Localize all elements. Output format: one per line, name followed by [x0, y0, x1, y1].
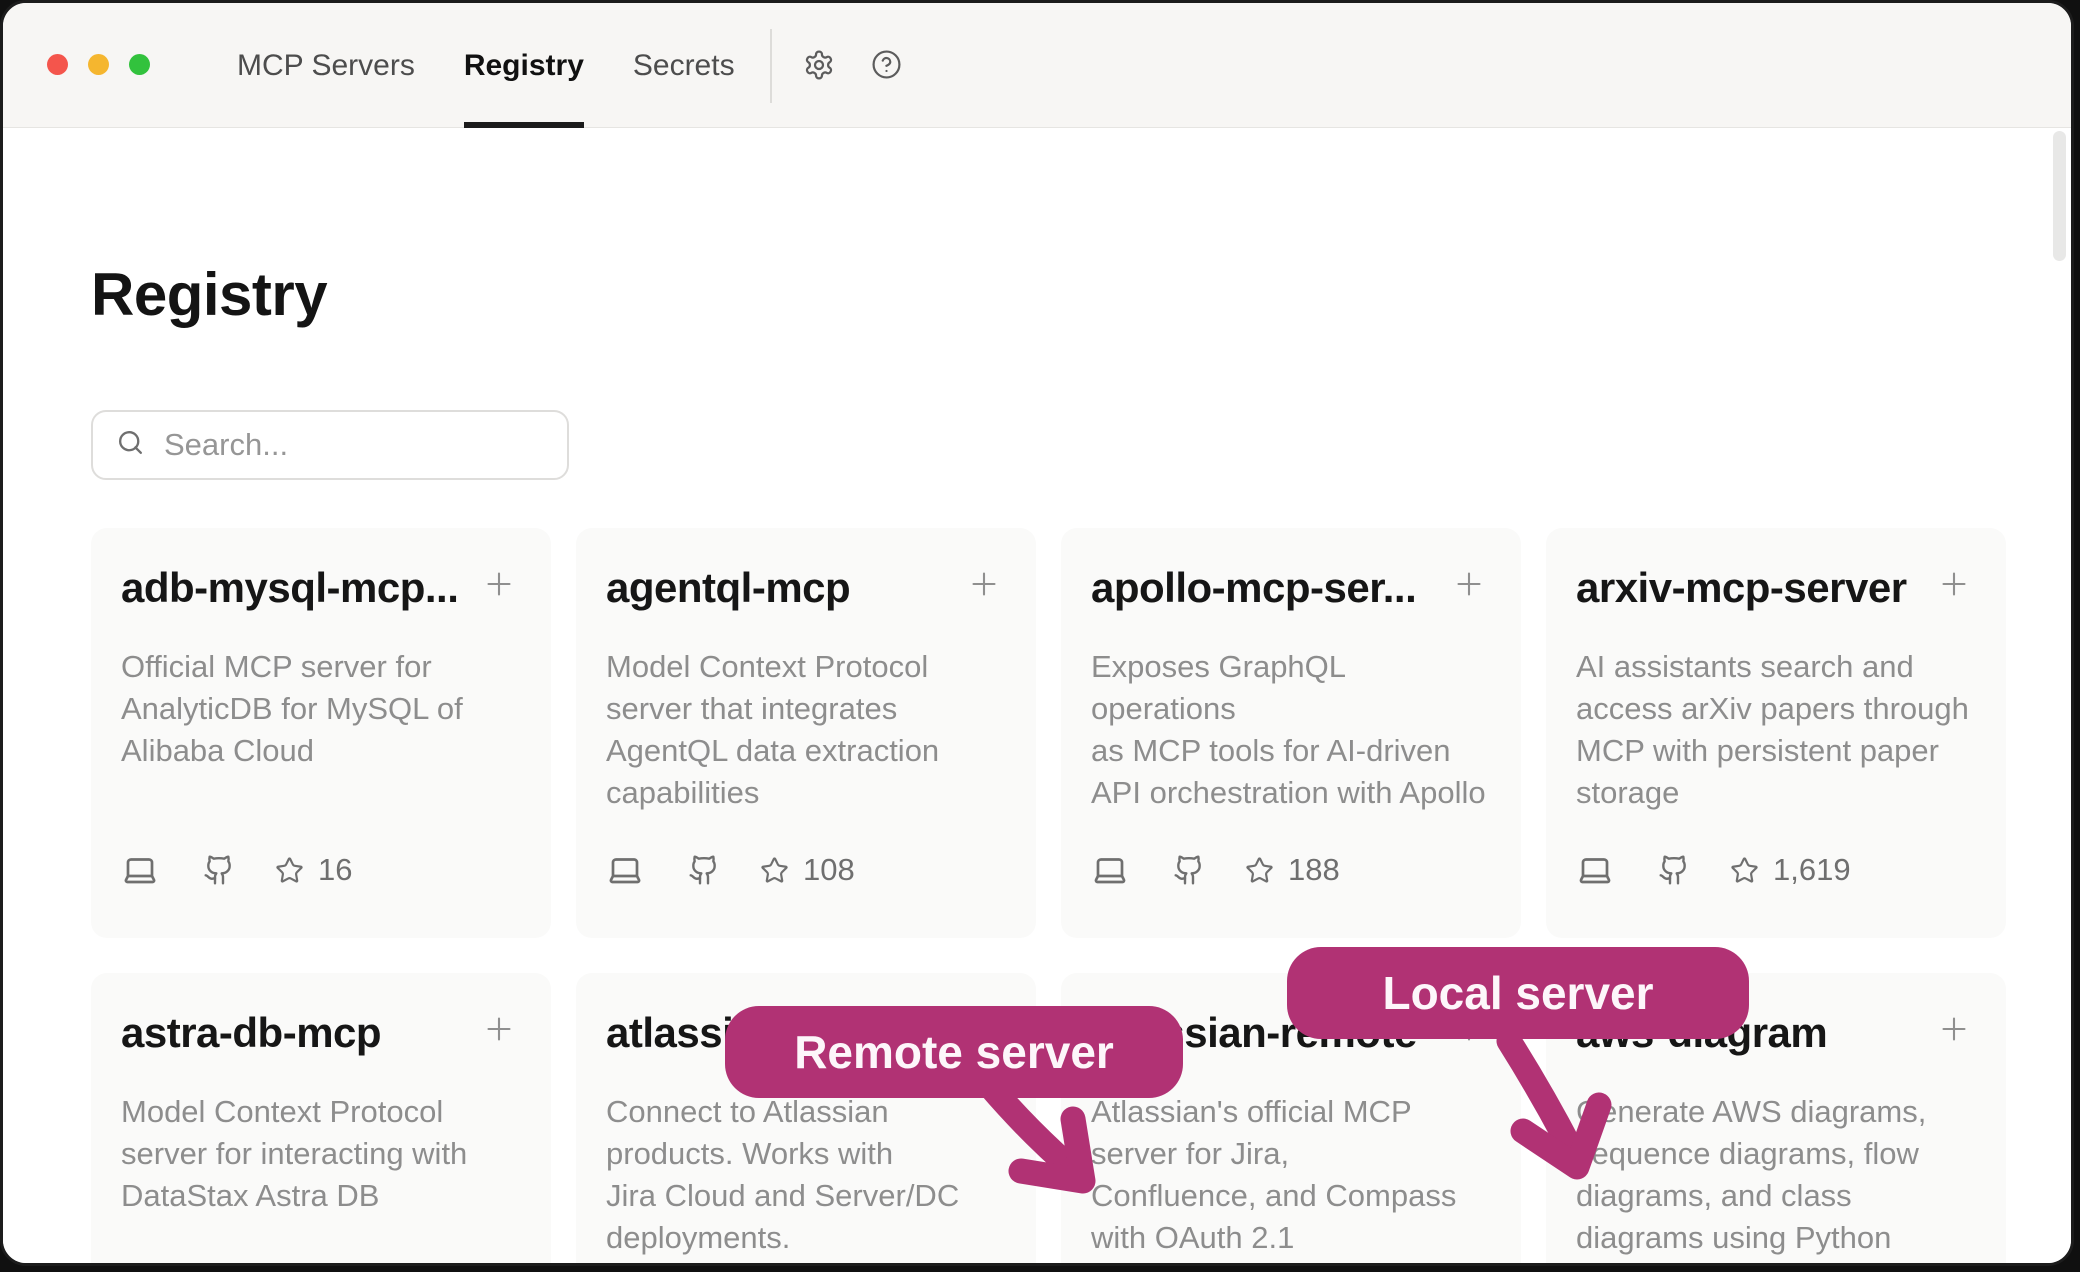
tab-secrets[interactable]: Secrets [633, 3, 735, 128]
server-description: Model Context Protocol server that integ… [606, 646, 1002, 814]
search-icon [115, 427, 146, 463]
server-card-grid: adb-mysql-mcp... Official MCP server for… [91, 528, 2006, 1266]
vertical-scrollbar-thumb[interactable] [2053, 131, 2066, 261]
github-icon[interactable] [688, 854, 720, 886]
server-description: Connect to Atlassian products. Works wit… [606, 1091, 1002, 1259]
zoom-window-button[interactable] [129, 54, 150, 75]
search-input[interactable] [162, 426, 546, 464]
github-icon[interactable] [203, 854, 235, 886]
tab-registry[interactable]: Registry [464, 3, 584, 128]
server-description: Official MCP server for AnalyticDB for M… [121, 646, 517, 772]
add-server-button[interactable] [1451, 566, 1487, 602]
laptop-local-server-icon [606, 852, 644, 888]
server-name: adb-mysql-mcp... [121, 564, 477, 612]
github-icon[interactable] [1173, 854, 1205, 886]
star-count: 16 [318, 852, 352, 888]
star-icon [1730, 856, 1759, 885]
star-count: 1,619 [1773, 852, 1851, 888]
server-card-footer: 1,619 [1576, 852, 1851, 888]
star-count: 188 [1288, 852, 1340, 888]
laptop-local-server-icon [1576, 852, 1614, 888]
app-window: MCP Servers Registry Secrets Registry ad… [0, 0, 2074, 1266]
server-description: Atlassian's official MCP server for Jira… [1091, 1091, 1487, 1259]
server-name: apollo-mcp-ser... [1091, 564, 1447, 612]
server-card-footer: 16 [121, 852, 352, 888]
tab-mcp-servers[interactable]: MCP Servers [237, 3, 415, 128]
laptop-local-server-icon [1091, 852, 1129, 888]
server-card[interactable]: arxiv-mcp-server AI assistants search an… [1546, 528, 2006, 938]
server-name: agentql-mcp [606, 564, 962, 612]
remote-server-callout: Remote server [725, 1006, 1183, 1098]
server-card-footer: 188 [1091, 852, 1340, 888]
add-server-button[interactable] [966, 566, 1002, 602]
server-card[interactable]: astra-db-mcp Model Context Protocol serv… [91, 973, 551, 1266]
server-description: Exposes GraphQL operations as MCP tools … [1091, 646, 1487, 814]
traffic-lights [47, 54, 150, 75]
server-name: arxiv-mcp-server [1576, 564, 1932, 612]
settings-gear-icon[interactable] [803, 49, 835, 81]
server-card[interactable]: adb-mysql-mcp... Official MCP server for… [91, 528, 551, 938]
page-title: Registry [91, 260, 327, 329]
laptop-local-server-icon [121, 852, 159, 888]
app-tabs: MCP Servers Registry Secrets [237, 3, 735, 128]
server-card[interactable]: apollo-mcp-ser... Exposes GraphQL operat… [1061, 528, 1521, 938]
title-bar: MCP Servers Registry Secrets [3, 3, 2071, 128]
add-server-button[interactable] [1936, 566, 1972, 602]
minimize-window-button[interactable] [88, 54, 109, 75]
server-description: Model Context Protocol server for intera… [121, 1091, 517, 1217]
star-icon [1245, 856, 1274, 885]
toolbar-divider [770, 29, 772, 103]
close-window-button[interactable] [47, 54, 68, 75]
server-description: Generate AWS diagrams, sequence diagrams… [1576, 1091, 1972, 1266]
server-card-footer: 108 [606, 852, 855, 888]
local-server-callout: Local server [1287, 947, 1749, 1039]
server-card[interactable]: agentql-mcp Model Context Protocol serve… [576, 528, 1036, 938]
server-description: AI assistants search and access arXiv pa… [1576, 646, 1972, 814]
help-icon[interactable] [871, 49, 902, 80]
star-icon [760, 856, 789, 885]
star-icon [275, 856, 304, 885]
add-server-button[interactable] [481, 1011, 517, 1047]
server-name: astra-db-mcp [121, 1009, 477, 1057]
github-icon[interactable] [1658, 854, 1690, 886]
add-server-button[interactable] [481, 566, 517, 602]
add-server-button[interactable] [1936, 1011, 1972, 1047]
star-count: 108 [803, 852, 855, 888]
search-box[interactable] [91, 410, 569, 480]
